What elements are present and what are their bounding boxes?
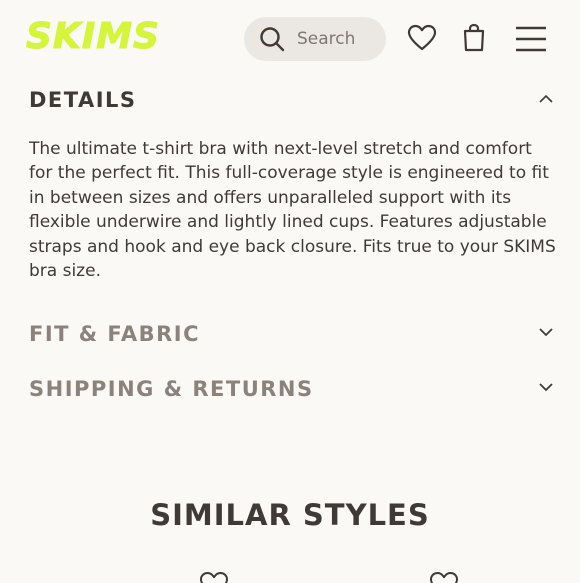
site-header: SKIMS Search bbox=[0, 0, 580, 76]
chevron-down-icon[interactable] bbox=[538, 326, 554, 338]
accordion-title-fit-fabric[interactable]: FIT & FABRIC bbox=[29, 322, 200, 346]
bag-icon[interactable] bbox=[462, 23, 486, 53]
menu-icon[interactable] bbox=[515, 26, 547, 52]
accordion-title-shipping-returns[interactable]: SHIPPING & RETURNS bbox=[29, 377, 314, 401]
search-placeholder: Search bbox=[297, 29, 356, 49]
search-icon bbox=[260, 27, 285, 52]
skims-logo[interactable]: SKIMS bbox=[26, 14, 160, 60]
similar-styles-heading: SIMILAR STYLES bbox=[150, 498, 430, 532]
chevron-up-icon[interactable] bbox=[538, 93, 554, 105]
search-bar[interactable]: Search bbox=[244, 17, 386, 61]
heart-icon[interactable] bbox=[407, 24, 437, 52]
heart-icon[interactable] bbox=[199, 571, 229, 583]
heart-icon[interactable] bbox=[429, 571, 459, 583]
accordion-title-details[interactable]: DETAILS bbox=[29, 88, 137, 112]
chevron-down-icon[interactable] bbox=[538, 381, 554, 393]
details-description: The ultimate t-shirt bra with next-level… bbox=[29, 139, 556, 282]
